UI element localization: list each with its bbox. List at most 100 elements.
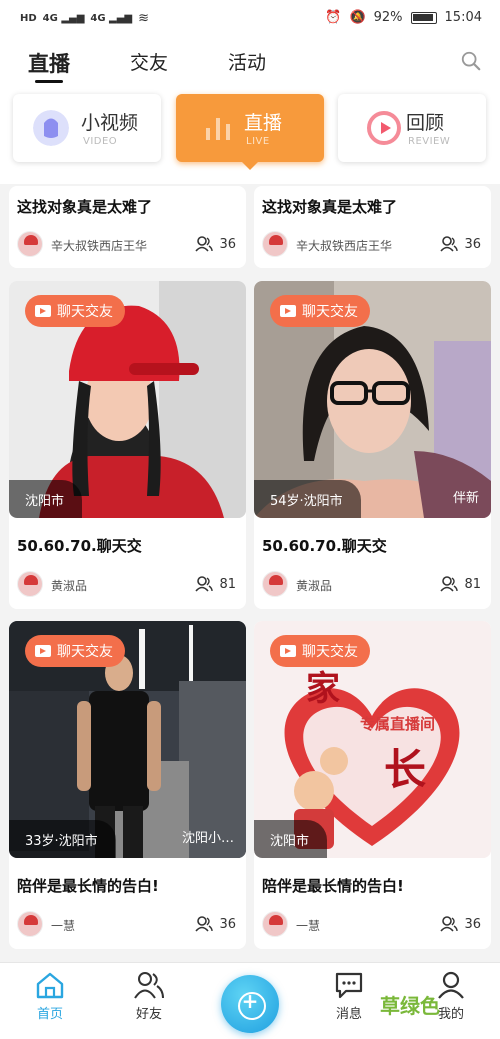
viewers-icon — [195, 236, 214, 252]
card-username: 黄淑品 — [296, 579, 333, 593]
location-text: 沈阳市 — [270, 833, 310, 849]
viewer-count-value: 36 — [219, 236, 236, 252]
viewers-icon — [440, 916, 459, 932]
camera-icon — [35, 305, 51, 317]
home-icon — [36, 972, 64, 999]
tab-live[interactable]: 直播 — [28, 48, 70, 83]
corner-label: 沈阳小… — [181, 831, 234, 846]
active-tab-indicator — [35, 80, 63, 83]
category-live[interactable]: 直播 LIVE — [176, 94, 324, 170]
location-tag: 沈阳市 — [254, 820, 328, 858]
live-badge-label: 聊天交友 — [57, 644, 113, 660]
viewer-count: 36 — [440, 916, 481, 932]
viewer-count: 81 — [440, 576, 481, 592]
card-username: 一慧 — [51, 919, 76, 933]
card-title: 这找对象真是太难了 — [262, 198, 398, 216]
tab-activity-label: 活动 — [228, 52, 267, 74]
watermark: 草绿色 — [380, 994, 440, 1018]
category-review[interactable]: 回顾 REVIEW — [338, 94, 486, 162]
viewers-icon — [195, 916, 214, 932]
category-video[interactable]: 小视频 VIDEO — [13, 94, 161, 162]
clock: 15:04 — [444, 10, 482, 25]
hd-indicator: HD — [20, 13, 37, 24]
poster-text-bottom: 长 — [384, 745, 427, 794]
card-title: 50.60.70.聊天交 — [262, 537, 387, 555]
live-badge: 聊天交友 — [25, 635, 125, 667]
card-username: 辛大叔铁西店王华 — [296, 239, 393, 253]
battery-icon — [410, 11, 437, 24]
location-tag: 54岁·沈阳市 — [254, 480, 361, 518]
category-live-title: 直播 — [244, 112, 283, 134]
nav-home-label: 首页 — [36, 1007, 63, 1022]
poster-text-top: 家 — [306, 669, 340, 709]
profile-icon — [438, 971, 464, 999]
card-title: 陪伴是最长情的告白! — [17, 877, 159, 895]
category-row: 小视频 VIDEO 直播 LIVE 回顾 REVIEW — [0, 88, 500, 184]
live-badge: 聊天交友 — [270, 295, 370, 327]
card-username: 辛大叔铁西店王华 — [51, 239, 148, 253]
card-title: 这找对象真是太难了 — [17, 198, 153, 216]
tab-friends-label: 交友 — [130, 52, 169, 74]
video-icon — [33, 110, 69, 146]
viewers-icon — [440, 576, 459, 592]
top-tab-bar: 直播 交友 活动 — [0, 38, 500, 88]
card-title: 50.60.70.聊天交 — [17, 537, 142, 555]
category-review-title: 回顾 — [406, 112, 445, 134]
avatar — [262, 911, 288, 937]
location-text: 沈阳市 — [25, 493, 65, 509]
status-bar: HD 4G ▂▄▆ 4G ▂▄▆ ≋ ⏰ 🔕 92% 15:04 — [0, 0, 500, 38]
feed-card[interactable]: 这找对象真是太难了 辛大叔铁西店王华 36 — [9, 186, 246, 268]
tab-activity[interactable]: 活动 — [228, 48, 266, 75]
alarm-icon: ⏰ — [325, 10, 342, 25]
live-badge-label: 聊天交友 — [302, 644, 358, 660]
stream-thumbnail: 聊天交友 沈阳市 — [9, 281, 246, 518]
create-live-button[interactable] — [221, 975, 279, 1033]
nav-profile-label: 我的 — [437, 1007, 464, 1022]
viewer-count: 81 — [195, 576, 236, 592]
nav-friends[interactable]: 好友 — [114, 971, 184, 1022]
category-live-subtitle: LIVE — [246, 136, 270, 147]
nav-friends-label: 好友 — [135, 1007, 162, 1022]
live-badge: 聊天交友 — [270, 635, 370, 667]
nav-home[interactable]: 首页 — [15, 971, 85, 1022]
avatar — [262, 231, 288, 257]
card-username: 一慧 — [296, 919, 321, 933]
replay-icon — [367, 111, 401, 145]
viewer-count: 36 — [440, 236, 481, 252]
battery-percent: 92% — [373, 10, 403, 25]
poster-subtitle: 专属直播间 — [360, 715, 436, 733]
corner-label: 伴新 — [452, 491, 479, 506]
avatar — [17, 911, 43, 937]
viewers-icon — [440, 236, 459, 252]
camera-icon — [280, 645, 296, 657]
search-icon[interactable] — [460, 50, 482, 72]
viewer-count-value: 36 — [464, 916, 481, 932]
viewer-count-value: 36 — [464, 236, 481, 252]
message-icon — [335, 972, 363, 999]
camera-icon — [35, 645, 51, 657]
category-review-subtitle: REVIEW — [408, 136, 451, 147]
bars-icon — [206, 118, 230, 140]
category-video-title: 小视频 — [81, 112, 139, 134]
feed-card[interactable]: 家 专属直播间 长 聊天交友 沈阳市 陪伴是最长情的告白! 一慧 36 — [254, 621, 491, 949]
live-badge-label: 聊天交友 — [57, 304, 113, 320]
location-tag: 沈阳市 — [9, 480, 83, 518]
feed-card[interactable]: 聊天交友 54岁·沈阳市 伴新 50.60.70.聊天交 黄淑品 81 — [254, 281, 491, 609]
signal-icon: 4G ▂▄▆ — [42, 13, 85, 24]
feed-card[interactable]: 这找对象真是太难了 辛大叔铁西店王华 36 — [254, 186, 491, 268]
card-username: 黄淑品 — [51, 579, 88, 593]
feed-card[interactable]: 聊天交友 沈阳市 50.60.70.聊天交 黄淑品 81 — [9, 281, 246, 609]
friends-icon — [134, 972, 164, 999]
tab-friends[interactable]: 交友 — [130, 48, 168, 75]
feed-card[interactable]: 聊天交友 33岁·沈阳市 沈阳小… 陪伴是最长情的告白! 一慧 36 — [9, 621, 246, 949]
stream-thumbnail: 聊天交友 54岁·沈阳市 伴新 — [254, 281, 491, 518]
camera-icon — [280, 305, 296, 317]
stream-thumbnail: 聊天交友 33岁·沈阳市 沈阳小… — [9, 621, 246, 858]
nav-messages[interactable]: 消息 — [314, 971, 384, 1022]
category-video-subtitle: VIDEO — [83, 136, 118, 147]
viewer-count-value: 81 — [464, 576, 481, 592]
viewer-count: 36 — [195, 916, 236, 932]
wifi-icon: ≋ — [138, 11, 150, 26]
avatar — [17, 231, 43, 257]
location-text: 54岁·沈阳市 — [270, 493, 343, 509]
